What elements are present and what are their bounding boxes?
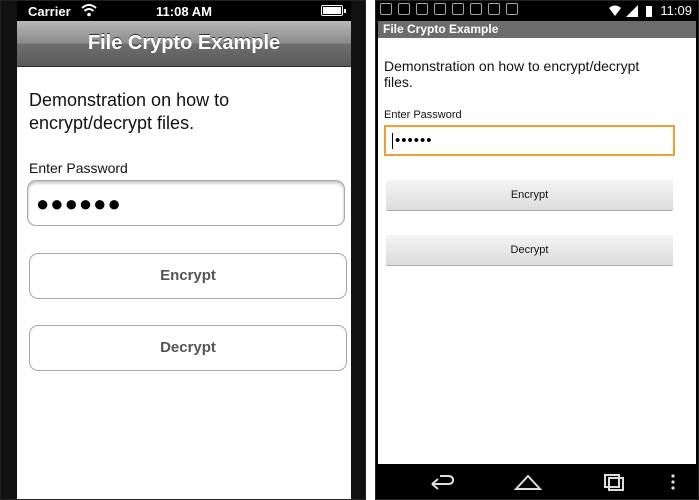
password-label: Enter Password — [29, 160, 128, 176]
notification-icon — [488, 3, 500, 15]
page-title: File Crypto Example — [378, 21, 696, 38]
recent-apps-icon[interactable] — [600, 472, 628, 492]
back-icon[interactable] — [428, 472, 456, 492]
description-text: Demonstration on how to encrypt/decrypt … — [29, 90, 230, 133]
signal-icon — [626, 4, 639, 17]
wifi-icon — [609, 5, 622, 16]
notification-icon — [470, 3, 482, 15]
home-icon[interactable] — [514, 472, 542, 492]
notification-icon — [380, 3, 392, 15]
ios-content: Demonstration on how to encrypt/decrypt … — [17, 67, 351, 499]
android-screenshot: 11:09 File Crypto Example Demonstration … — [375, 0, 699, 500]
notification-icon — [452, 3, 464, 15]
notification-icon — [416, 3, 428, 15]
android-status-bar: 11:09 — [378, 1, 696, 21]
battery-icon — [321, 5, 346, 16]
notification-icon — [398, 3, 410, 15]
password-label: Enter Password — [384, 109, 462, 121]
status-time: 11:09 — [660, 3, 692, 18]
battery-icon — [646, 5, 653, 17]
decrypt-button[interactable]: Decrypt — [386, 235, 673, 266]
menu-icon[interactable] — [668, 472, 678, 492]
ios-status-bar: Carrier 11:08 AM — [17, 1, 351, 21]
notification-icon — [506, 3, 518, 15]
text-cursor — [392, 133, 393, 150]
decrypt-button[interactable]: Decrypt — [29, 325, 347, 371]
notification-icons — [380, 3, 518, 15]
page-title: File Crypto Example — [17, 21, 351, 67]
description-text: Demonstration on how to encrypt/decrypt … — [384, 58, 640, 90]
password-field[interactable]: •••••• — [384, 125, 675, 156]
password-value: •••••• — [395, 132, 433, 149]
ios-screenshot: Carrier 11:08 AM File Crypto Example Dem… — [0, 0, 366, 500]
password-field[interactable]: ●●●●●● — [27, 180, 345, 226]
voicemail-icon — [434, 3, 446, 15]
status-time: 11:08 AM — [156, 4, 212, 19]
encrypt-button[interactable]: Encrypt — [386, 180, 673, 211]
android-nav-bar — [378, 464, 696, 499]
encrypt-button[interactable]: Encrypt — [29, 253, 347, 299]
android-content: Demonstration on how to encrypt/decrypt … — [378, 38, 696, 464]
